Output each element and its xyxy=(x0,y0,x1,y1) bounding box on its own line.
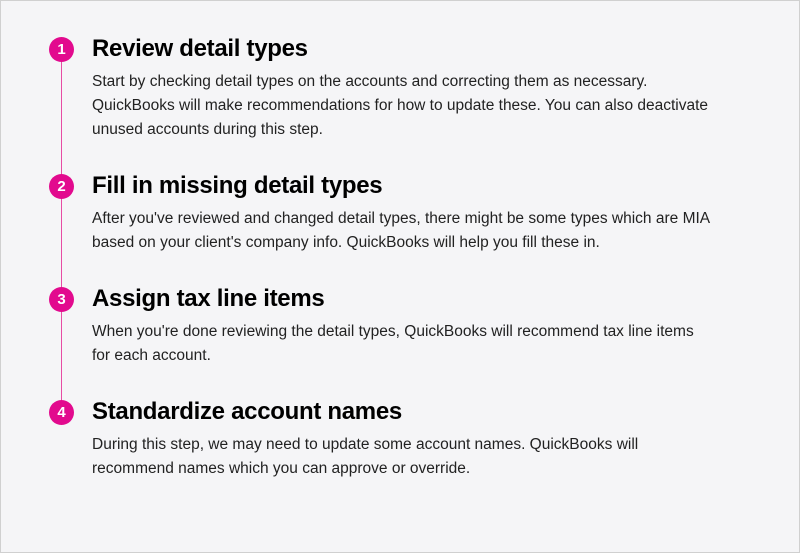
step-description: When you're done reviewing the detail ty… xyxy=(92,320,714,368)
step-number-badge: 4 xyxy=(49,400,74,425)
step-number-badge: 2 xyxy=(49,174,74,199)
step-description: Start by checking detail types on the ac… xyxy=(92,70,714,142)
step-title: Assign tax line items xyxy=(92,285,714,313)
step-content: Standardize account names During this st… xyxy=(74,398,714,481)
step-list: 1 Review detail types Start by checking … xyxy=(49,35,751,481)
step-title: Fill in missing detail types xyxy=(92,172,714,200)
step-item: 1 Review detail types Start by checking … xyxy=(49,35,751,142)
step-content: Review detail types Start by checking de… xyxy=(74,35,714,142)
step-title: Review detail types xyxy=(92,35,714,63)
step-description: After you've reviewed and changed detail… xyxy=(92,207,714,255)
step-title: Standardize account names xyxy=(92,398,714,426)
step-number-badge: 1 xyxy=(49,37,74,62)
step-description: During this step, we may need to update … xyxy=(92,433,714,481)
step-item: 2 Fill in missing detail types After you… xyxy=(49,172,751,255)
step-content: Assign tax line items When you're done r… xyxy=(74,285,714,368)
step-content: Fill in missing detail types After you'v… xyxy=(74,172,714,255)
step-item: 4 Standardize account names During this … xyxy=(49,398,751,481)
step-item: 3 Assign tax line items When you're done… xyxy=(49,285,751,368)
step-number-badge: 3 xyxy=(49,287,74,312)
